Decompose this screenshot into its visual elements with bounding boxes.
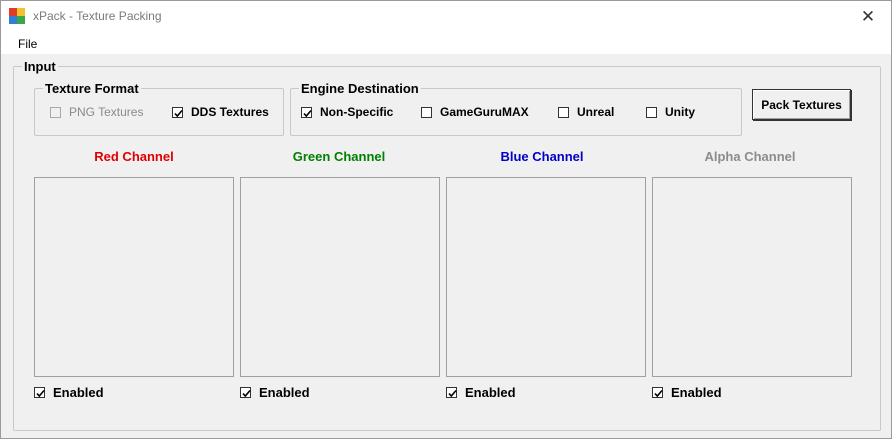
unity-label: Unity	[665, 105, 695, 119]
alpha-channel-drop-panel[interactable]	[652, 177, 852, 377]
pack-textures-button[interactable]: Pack Textures	[752, 89, 851, 120]
png-textures-label: PNG Textures	[69, 105, 144, 119]
red-channel-drop-panel[interactable]	[34, 177, 234, 377]
checkmark-icon	[301, 106, 312, 118]
menu-file[interactable]: File	[18, 37, 37, 51]
app-window: xPack - Texture Packing ✕ File Input Tex…	[0, 0, 892, 439]
title-bar[interactable]: xPack - Texture Packing ✕	[1, 1, 891, 32]
blue-enabled-label: Enabled	[465, 385, 516, 400]
unreal-label: Unreal	[577, 105, 615, 119]
png-textures-checkbox[interactable]: PNG Textures	[50, 105, 143, 119]
checkmark-icon	[172, 106, 183, 118]
checkbox-box	[646, 106, 657, 118]
dds-textures-checkbox[interactable]: DDS Textures	[172, 105, 269, 119]
blue-channel-drop-panel[interactable]	[446, 177, 646, 377]
app-icon	[9, 8, 25, 24]
red-enabled-label: Enabled	[53, 385, 104, 400]
checkmark-icon	[240, 387, 251, 398]
blue-enabled-checkbox[interactable]: Enabled	[446, 385, 516, 400]
non-specific-label: Non-Specific	[320, 105, 394, 119]
close-icon[interactable]: ✕	[845, 1, 891, 32]
checkmark-icon	[34, 387, 45, 398]
non-specific-checkbox[interactable]: Non-Specific	[301, 105, 393, 119]
blue-channel-label: Blue Channel	[500, 149, 584, 164]
unity-checkbox[interactable]: Unity	[646, 105, 695, 119]
checkbox-box	[558, 106, 569, 118]
green-enabled-checkbox[interactable]: Enabled	[240, 385, 310, 400]
unreal-checkbox[interactable]: Unreal	[558, 105, 614, 119]
window-title: xPack - Texture Packing	[33, 9, 162, 23]
alpha-channel-label: Alpha Channel	[704, 149, 796, 164]
engine-destination-label: Engine Destination	[299, 81, 421, 96]
green-enabled-label: Enabled	[259, 385, 310, 400]
menu-bar: File	[1, 32, 891, 54]
green-channel-label: Green Channel	[292, 149, 386, 164]
red-channel-label: Red Channel	[94, 149, 174, 164]
gameguru-max-label: GameGuruMAX	[440, 105, 529, 119]
checkbox-box	[421, 106, 432, 118]
dds-textures-label: DDS Textures	[191, 105, 269, 119]
alpha-enabled-checkbox[interactable]: Enabled	[652, 385, 722, 400]
alpha-enabled-label: Enabled	[671, 385, 722, 400]
green-channel-drop-panel[interactable]	[240, 177, 440, 377]
gameguru-max-checkbox[interactable]: GameGuruMAX	[421, 105, 529, 119]
red-enabled-checkbox[interactable]: Enabled	[34, 385, 104, 400]
checkmark-icon	[652, 387, 663, 398]
input-group-label: Input	[22, 59, 58, 74]
checkbox-box	[50, 106, 61, 118]
texture-format-label: Texture Format	[43, 81, 141, 96]
checkmark-icon	[446, 387, 457, 398]
